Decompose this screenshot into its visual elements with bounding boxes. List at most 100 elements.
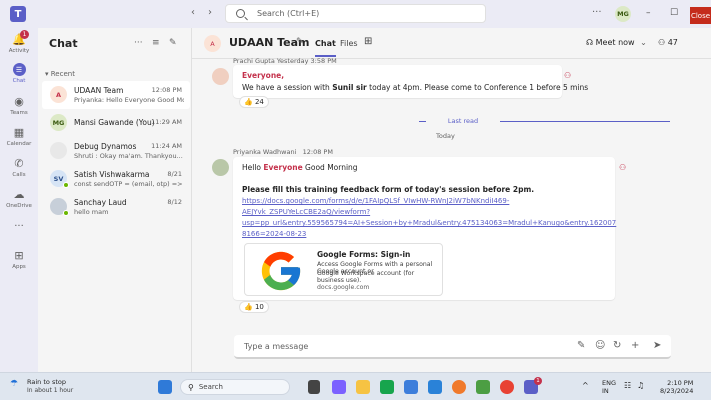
chat-item-satish[interactable]: SV Satish Vishwakarma 8/21 const sendOTP… [42,165,190,193]
calendar-icon: ▦ [13,125,25,139]
compose-box[interactable]: Type a message ✎ ☺ ↻ + ➤ [234,335,671,359]
avatar: A [50,86,67,103]
chat-item-debug-dynamos[interactable]: Debug Dynamos 11:24 AM Shruti : Okay ma'… [42,137,190,165]
volume-icon[interactable]: ♫ [637,381,644,390]
participants-button[interactable]: ⚇ 47 [658,38,678,47]
profile-avatar[interactable]: MG [615,6,631,22]
teams-window: T ‹ › Search (Ctrl+E) ··· MG – ☐ Close 🔔… [0,0,711,372]
conversation-pane: A UDAAN Team ✎ Chat Files ⊞ ☊ Meet now ⌄… [192,28,711,372]
chat-time: 12:08 PM [151,86,182,94]
meet-app-icon[interactable] [332,380,346,394]
collapse-caret-icon: ▾ [45,70,49,78]
author-avatar [212,68,229,85]
search-input[interactable]: Search (Ctrl+E) [225,4,486,23]
postman-icon[interactable] [452,380,466,394]
chat-name: Sanchay Laud [74,198,127,207]
teams-logo-icon: T [10,6,26,22]
chat-item-sanchay[interactable]: Sanchay Laud 8/12 hello mam [42,193,190,221]
rail-calendar[interactable]: ▦ Calendar [0,125,38,148]
meet-now-button[interactable]: ☊ Meet now ⌄ [586,38,647,47]
rail-teams[interactable]: ◉ Teams [0,94,38,117]
message-time: 12:08 PM [302,148,333,156]
recent-section[interactable]: ▾ Recent [45,70,75,78]
edit-name-icon[interactable]: ✎ [296,37,304,47]
edge-icon[interactable] [380,380,394,394]
bold-name: Sunil sir [332,83,367,92]
filter-icon[interactable]: ≡ [152,38,160,48]
teams-icon: ◉ [14,94,24,108]
reaction-chip[interactable]: 👍 10 [239,301,269,313]
settings-more-button[interactable]: ··· [592,7,602,18]
text-part: Good Morning [302,163,358,172]
avatar: MG [50,114,67,131]
file-explorer-icon[interactable] [356,380,370,394]
message-bubble[interactable]: Everyone, We have a session with Sunil s… [233,65,588,98]
chat-name: Satish Vishwakarma [74,170,150,179]
new-chat-icon[interactable]: ✎ [169,38,177,48]
clock[interactable]: 2:10 PM 8/23/2024 [660,379,693,395]
loop-icon[interactable]: ↻ [613,340,621,351]
mention-everyone[interactable]: Everyone [263,163,302,172]
send-icon[interactable]: ➤ [653,340,661,351]
app-rail: 🔔 1 Activity ☰ Chat ◉ Teams ▦ Calendar ✆… [0,28,38,372]
card-domain: docs.google.com [317,284,370,291]
minimize-button[interactable]: – [646,8,651,18]
meet-now-label: Meet now [595,38,635,47]
text-part: today at 4pm. Please come to Conference … [366,83,589,92]
chat-list-title: Chat [49,37,78,50]
add-tab-icon[interactable]: ⊞ [364,36,372,47]
language-indicator[interactable]: ENG IN [602,379,616,395]
form-link[interactable]: https://docs.google.com/forms/d/e/1FAIpQ… [242,196,616,240]
rail-more[interactable]: ··· [0,221,38,232]
group-avatar: A [204,35,221,52]
more-icon: ··· [14,221,24,232]
task-view-icon[interactable] [308,380,320,394]
video-icon: ☊ [586,38,594,47]
chevron-up-icon[interactable]: ^ [582,381,589,390]
card-desc-2: Google Workspace account (for business u… [317,270,415,284]
chat-item-udaan-team[interactable]: A UDAAN Team 12:08 PM Priyanka: Hello Ev… [42,81,190,109]
search-icon [236,9,245,18]
cloud-icon: ☁ [13,187,25,201]
message-meta: Priyanka Wadhwani 12:08 PM [233,148,333,156]
rail-label: Calls [12,172,26,178]
presence-icon [63,210,69,216]
mention-everyone[interactable]: Everyone, [242,71,284,80]
more-options-icon[interactable]: ··· [134,38,143,48]
chat-time: 11:24 AM [151,142,182,150]
chat-preview: Priyanka: Hello Everyone Good Mo... [74,96,184,104]
reaction-chip[interactable]: 👍 24 [239,96,269,108]
rail-apps[interactable]: ⊞ Apps [0,248,38,271]
rail-calls[interactable]: ✆ Calls [0,156,38,179]
message-meta: Prachi Gupta Yesterday 3:58 PM [233,57,337,65]
emoji-icon[interactable]: ☺ [595,340,605,351]
format-icon[interactable]: ✎ [577,340,585,351]
weather-title[interactable]: Rain to stop [27,378,66,386]
weather-sub: In about 1 hour [27,387,74,394]
search-placeholder: Search (Ctrl+E) [257,9,320,18]
maximize-button[interactable]: ☐ [670,8,678,18]
start-icon[interactable] [158,380,172,394]
group-mention-icon: ⚇ [564,71,572,80]
rail-onedrive[interactable]: ☁ OneDrive [0,187,38,210]
rail-label: Apps [12,264,26,270]
mongodb-icon[interactable] [476,380,490,394]
forward-button[interactable]: › [208,7,212,18]
chat-name: UDAAN Team [74,86,124,95]
vscode-icon[interactable] [428,380,442,394]
chat-preview: hello mam [74,208,109,216]
rail-chat[interactable]: ☰ Chat [0,63,38,84]
activity-badge: 1 [20,30,29,39]
taskbar-search[interactable]: ⚲ Search [180,379,290,395]
wifi-icon[interactable]: ☷ [624,381,631,390]
chat-item-mansi[interactable]: MG Mansi Gawande (You) 11:29 AM [42,109,190,137]
back-button[interactable]: ‹ [191,7,195,18]
tab-files[interactable]: Files [340,39,358,48]
link-preview-card[interactable]: Google Forms: Sign-in Access Google Form… [244,243,443,296]
rail-activity[interactable]: 🔔 1 Activity [0,30,38,54]
tab-chat[interactable]: Chat [315,39,336,57]
store-icon[interactable] [404,380,418,394]
attach-plus-icon[interactable]: + [631,340,639,351]
chrome-icon[interactable] [500,380,514,394]
close-button[interactable]: Close [690,7,711,24]
